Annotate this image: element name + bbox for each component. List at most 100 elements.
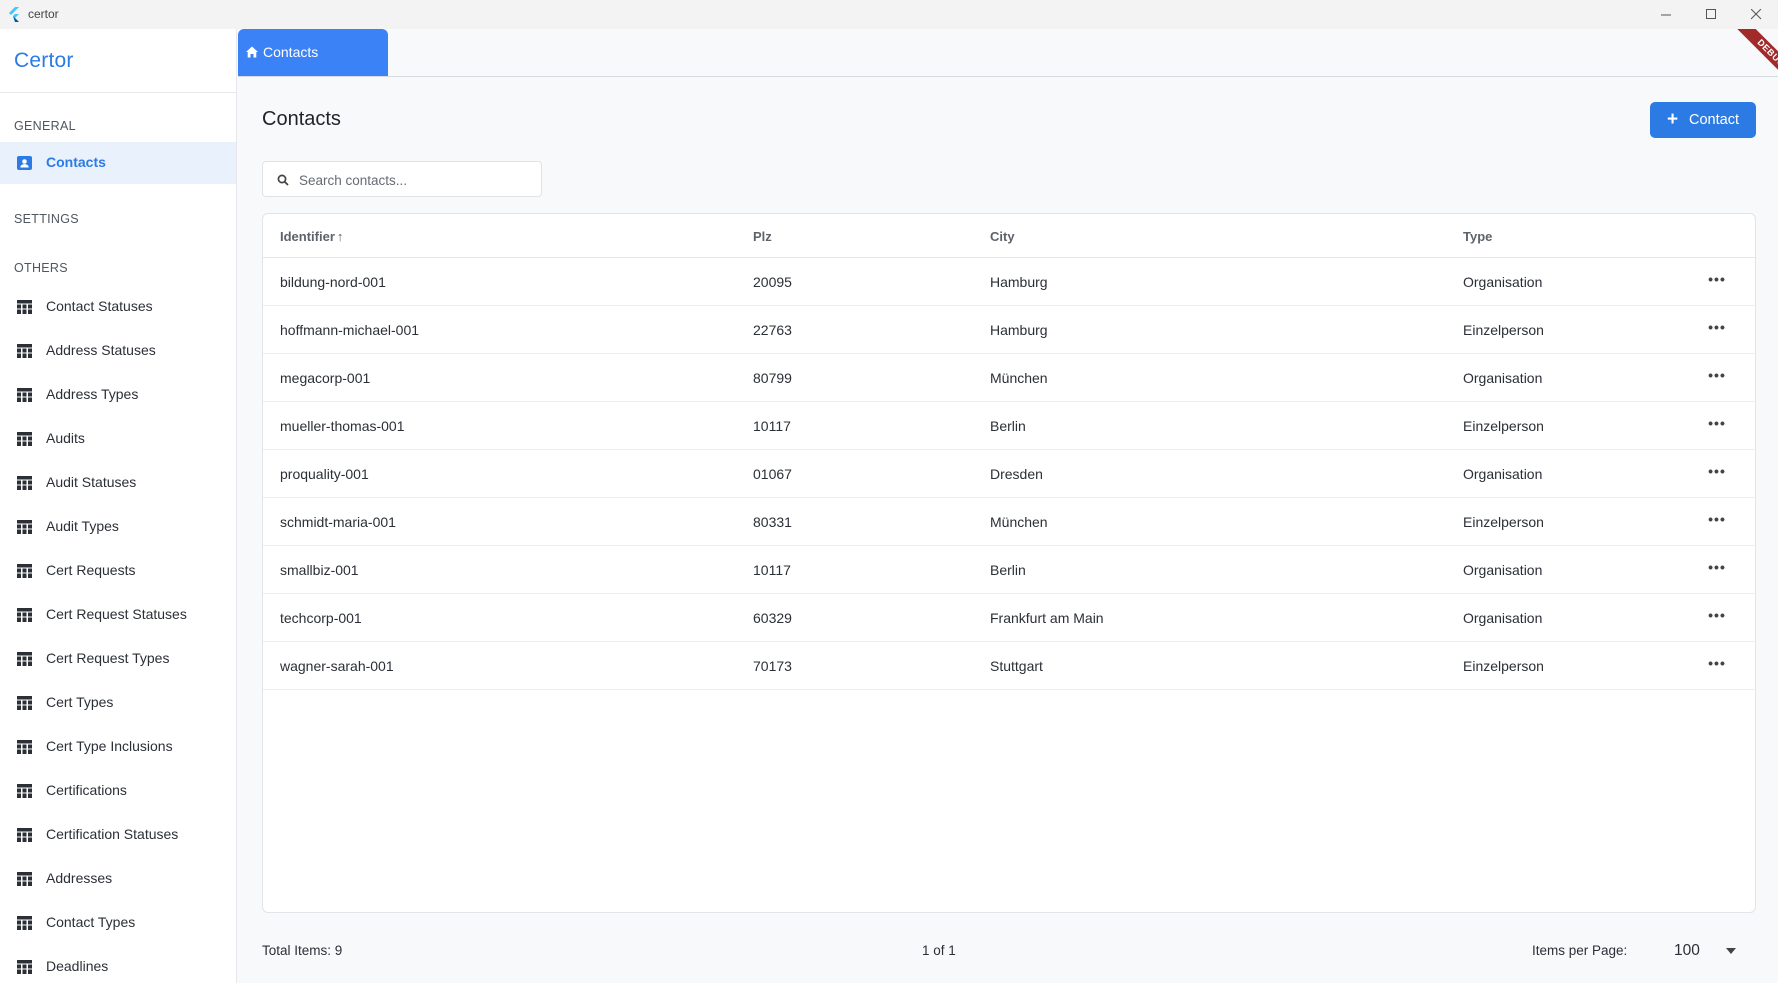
- sidebar: Certor GENERAL Contacts SETTINGS OTHERS …: [0, 29, 237, 983]
- more-horizontal-icon[interactable]: •••: [1705, 319, 1729, 339]
- sidebar-item-audit-statuses[interactable]: Audit Statuses: [0, 462, 236, 504]
- cell-type: Organisation: [1463, 562, 1543, 578]
- table-icon: [17, 344, 32, 358]
- table-row[interactable]: techcorp-001 60329 Frankfurt am Main Organi…: [263, 594, 1755, 642]
- cell-plz: 01067: [753, 466, 792, 482]
- chevron-down-icon: [1726, 948, 1736, 954]
- sidebar-item-address-statuses[interactable]: Address Statuses: [0, 330, 236, 372]
- table-icon: [17, 520, 32, 534]
- search-input[interactable]: [299, 170, 529, 190]
- table-row[interactable]: smallbiz-001 10117 Berlin Organisation •••: [263, 546, 1755, 594]
- more-horizontal-icon[interactable]: •••: [1705, 559, 1729, 579]
- cell-identifier: proquality-001: [280, 466, 369, 482]
- sidebar-item-label: Address Types: [46, 386, 139, 402]
- sidebar-item-label: Cert Types: [46, 694, 114, 710]
- table-row[interactable]: wagner-sarah-001 70173 Stuttgart Einzelpers…: [263, 642, 1755, 690]
- search-box[interactable]: [262, 161, 542, 197]
- cell-identifier: techcorp-001: [280, 610, 362, 626]
- column-header-type[interactable]: Type: [1463, 229, 1492, 244]
- section-label-others: OTHERS: [14, 261, 68, 275]
- cell-city: Berlin: [990, 562, 1026, 578]
- items-per-page-select[interactable]: 100: [1636, 924, 1754, 974]
- more-horizontal-icon[interactable]: •••: [1705, 415, 1729, 435]
- more-horizontal-icon[interactable]: •••: [1705, 607, 1729, 627]
- contact-card-icon: [17, 156, 32, 170]
- sidebar-item-cert-type-inclusions[interactable]: Cert Type Inclusions: [0, 726, 236, 768]
- sidebar-item-certifications[interactable]: Certifications: [0, 770, 236, 812]
- sidebar-item-cert-request-statuses[interactable]: Cert Request Statuses: [0, 594, 236, 636]
- table-row[interactable]: proquality-001 01067 Dresden Organisation ••…: [263, 450, 1755, 498]
- table-row[interactable]: mueller-thomas-001 10117 Berlin Einzelperso…: [263, 402, 1755, 450]
- column-header-identifier[interactable]: Identifier ↑: [280, 229, 343, 244]
- maximize-icon[interactable]: [1688, 0, 1734, 29]
- add-contact-button-label: Contact: [1689, 112, 1739, 128]
- table-row[interactable]: schmidt-maria-001 80331 München Einzelperso…: [263, 498, 1755, 546]
- more-horizontal-icon[interactable]: •••: [1705, 271, 1729, 291]
- table-icon: [17, 696, 32, 710]
- sidebar-item-audit-types[interactable]: Audit Types: [0, 506, 236, 548]
- more-horizontal-icon[interactable]: •••: [1705, 463, 1729, 483]
- sidebar-item-address-types[interactable]: Address Types: [0, 374, 236, 416]
- table-icon: [17, 872, 32, 886]
- cell-city: Hamburg: [990, 322, 1048, 338]
- sidebar-item-contact-statuses[interactable]: Contact Statuses: [0, 286, 236, 328]
- cell-identifier: wagner-sarah-001: [280, 658, 394, 674]
- brand-title[interactable]: Certor: [14, 49, 74, 73]
- cell-identifier: bildung-nord-001: [280, 274, 386, 290]
- sidebar-item-label: Cert Type Inclusions: [46, 738, 173, 754]
- column-header-plz[interactable]: Plz: [753, 229, 772, 244]
- table-row[interactable]: megacorp-001 80799 München Organisation •••: [263, 354, 1755, 402]
- sidebar-item-deadlines[interactable]: Deadlines: [0, 946, 236, 983]
- table-icon: [17, 784, 32, 798]
- sidebar-item-certification-statuses[interactable]: Certification Statuses: [0, 814, 236, 856]
- items-per-page-label: Items per Page:: [1532, 943, 1628, 958]
- more-horizontal-icon[interactable]: •••: [1705, 511, 1729, 531]
- cell-type: Einzelperson: [1463, 514, 1544, 530]
- total-items-label: Total Items: 9: [262, 943, 343, 958]
- sidebar-item-audits[interactable]: Audits: [0, 418, 236, 460]
- table-icon: [17, 432, 32, 446]
- cell-identifier: smallbiz-001: [280, 562, 359, 578]
- cell-identifier: megacorp-001: [280, 370, 371, 386]
- more-horizontal-icon[interactable]: •••: [1705, 367, 1729, 387]
- cell-identifier: schmidt-maria-001: [280, 514, 396, 530]
- table-icon: [17, 564, 32, 578]
- sidebar-item-cert-requests[interactable]: Cert Requests: [0, 550, 236, 592]
- close-icon[interactable]: [1733, 0, 1778, 29]
- cell-identifier: hoffmann-michael-001: [280, 322, 420, 338]
- cell-city: Dresden: [990, 466, 1043, 482]
- sidebar-item-label: Address Statuses: [46, 342, 156, 358]
- table-row[interactable]: hoffmann-michael-001 22763 Hamburg Einzelpe…: [263, 306, 1755, 354]
- cell-city: Berlin: [990, 418, 1026, 434]
- more-horizontal-icon[interactable]: •••: [1705, 655, 1729, 675]
- cell-plz: 20095: [753, 274, 792, 290]
- tab-strip: Contacts: [238, 29, 1778, 77]
- column-header-city[interactable]: City: [990, 229, 1015, 244]
- cell-city: München: [990, 370, 1048, 386]
- section-label-general: GENERAL: [14, 119, 76, 133]
- sidebar-item-addresses[interactable]: Addresses: [0, 858, 236, 900]
- tab-contacts[interactable]: Contacts: [238, 29, 388, 76]
- sidebar-item-contact-types[interactable]: Contact Types: [0, 902, 236, 944]
- add-contact-button[interactable]: + Contact: [1650, 102, 1756, 138]
- sidebar-item-contacts[interactable]: Contacts: [0, 142, 236, 184]
- window-titlebar: certor: [0, 0, 1778, 29]
- cell-city: Hamburg: [990, 274, 1048, 290]
- sidebar-item-label: Audit Statuses: [46, 474, 137, 490]
- sidebar-item-cert-request-types[interactable]: Cert Request Types: [0, 638, 236, 680]
- minimize-icon[interactable]: [1643, 0, 1689, 29]
- table-icon: [17, 960, 32, 974]
- sidebar-item-cert-types[interactable]: Cert Types: [0, 682, 236, 724]
- sidebar-item-label: Contacts: [46, 154, 106, 170]
- sidebar-item-label: Deadlines: [46, 958, 109, 974]
- table-row[interactable]: bildung-nord-001 20095 Hamburg Organisation…: [263, 258, 1755, 306]
- sort-ascending-icon: ↑: [336, 229, 344, 244]
- plus-icon: +: [1667, 109, 1679, 130]
- cell-plz: 60329: [753, 610, 792, 626]
- cell-city: München: [990, 514, 1048, 530]
- cell-type: Organisation: [1463, 370, 1543, 386]
- cell-plz: 10117: [753, 418, 791, 434]
- cell-type: Organisation: [1463, 274, 1543, 290]
- cell-plz: 70173: [753, 658, 792, 674]
- cell-type: Einzelperson: [1463, 322, 1544, 338]
